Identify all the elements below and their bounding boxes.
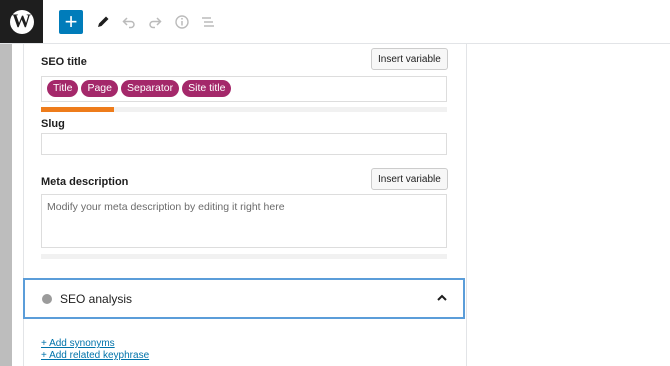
meta-description-length-progress: [41, 254, 447, 259]
redo-icon: [149, 17, 162, 29]
seo-title-progress-fill: [41, 107, 115, 112]
details-button[interactable]: [173, 10, 191, 34]
wordpress-icon: W: [9, 9, 34, 34]
seo-analysis-toggle[interactable]: SEO analysis: [23, 278, 465, 319]
list-view-button[interactable]: [199, 10, 217, 34]
chevron-up-icon: [437, 294, 447, 301]
seo-score-indicator-icon: [42, 294, 52, 304]
editor-left-gutter: [0, 44, 12, 366]
meta-description-placeholder: Modify your meta description by editing …: [47, 201, 285, 213]
info-icon: [175, 15, 189, 29]
meta-description-input[interactable]: Modify your meta description by editing …: [41, 194, 447, 248]
meta-description-label: Meta description: [41, 176, 129, 188]
snippet-variable-pill[interactable]: Title: [47, 80, 79, 98]
undo-icon: [122, 17, 135, 29]
snippet-variable-pill[interactable]: Separator: [120, 80, 180, 98]
seo-title-length-progress: [41, 107, 447, 112]
add-block-button[interactable]: +: [59, 10, 83, 34]
add-synonyms-link[interactable]: + Add synonyms: [41, 338, 115, 349]
meta-description-insert-variable-button[interactable]: Insert variable: [371, 168, 448, 190]
slug-label: Slug: [41, 118, 65, 130]
list-view-icon: [202, 17, 214, 27]
pencil-icon: [98, 16, 109, 27]
tools-button[interactable]: [94, 10, 112, 34]
seo-title-insert-variable-button[interactable]: Insert variable: [371, 48, 448, 70]
slug-input[interactable]: [41, 133, 447, 155]
plus-icon: +: [64, 9, 78, 34]
add-related-keyphrase-link[interactable]: + Add related keyphrase: [41, 350, 149, 361]
snippet-variable-pill[interactable]: Page: [81, 80, 118, 98]
seo-title-label: SEO title: [41, 56, 87, 68]
redo-button[interactable]: [146, 10, 164, 34]
undo-button[interactable]: [120, 10, 138, 34]
wordpress-logo[interactable]: W: [0, 0, 43, 43]
seo-title-input[interactable]: Title Page Separator Site title: [41, 76, 447, 102]
editor-toolbar: W +: [0, 0, 670, 44]
seo-analysis-title: SEO analysis: [60, 292, 133, 306]
snippet-variable-pill[interactable]: Site title: [182, 80, 232, 98]
